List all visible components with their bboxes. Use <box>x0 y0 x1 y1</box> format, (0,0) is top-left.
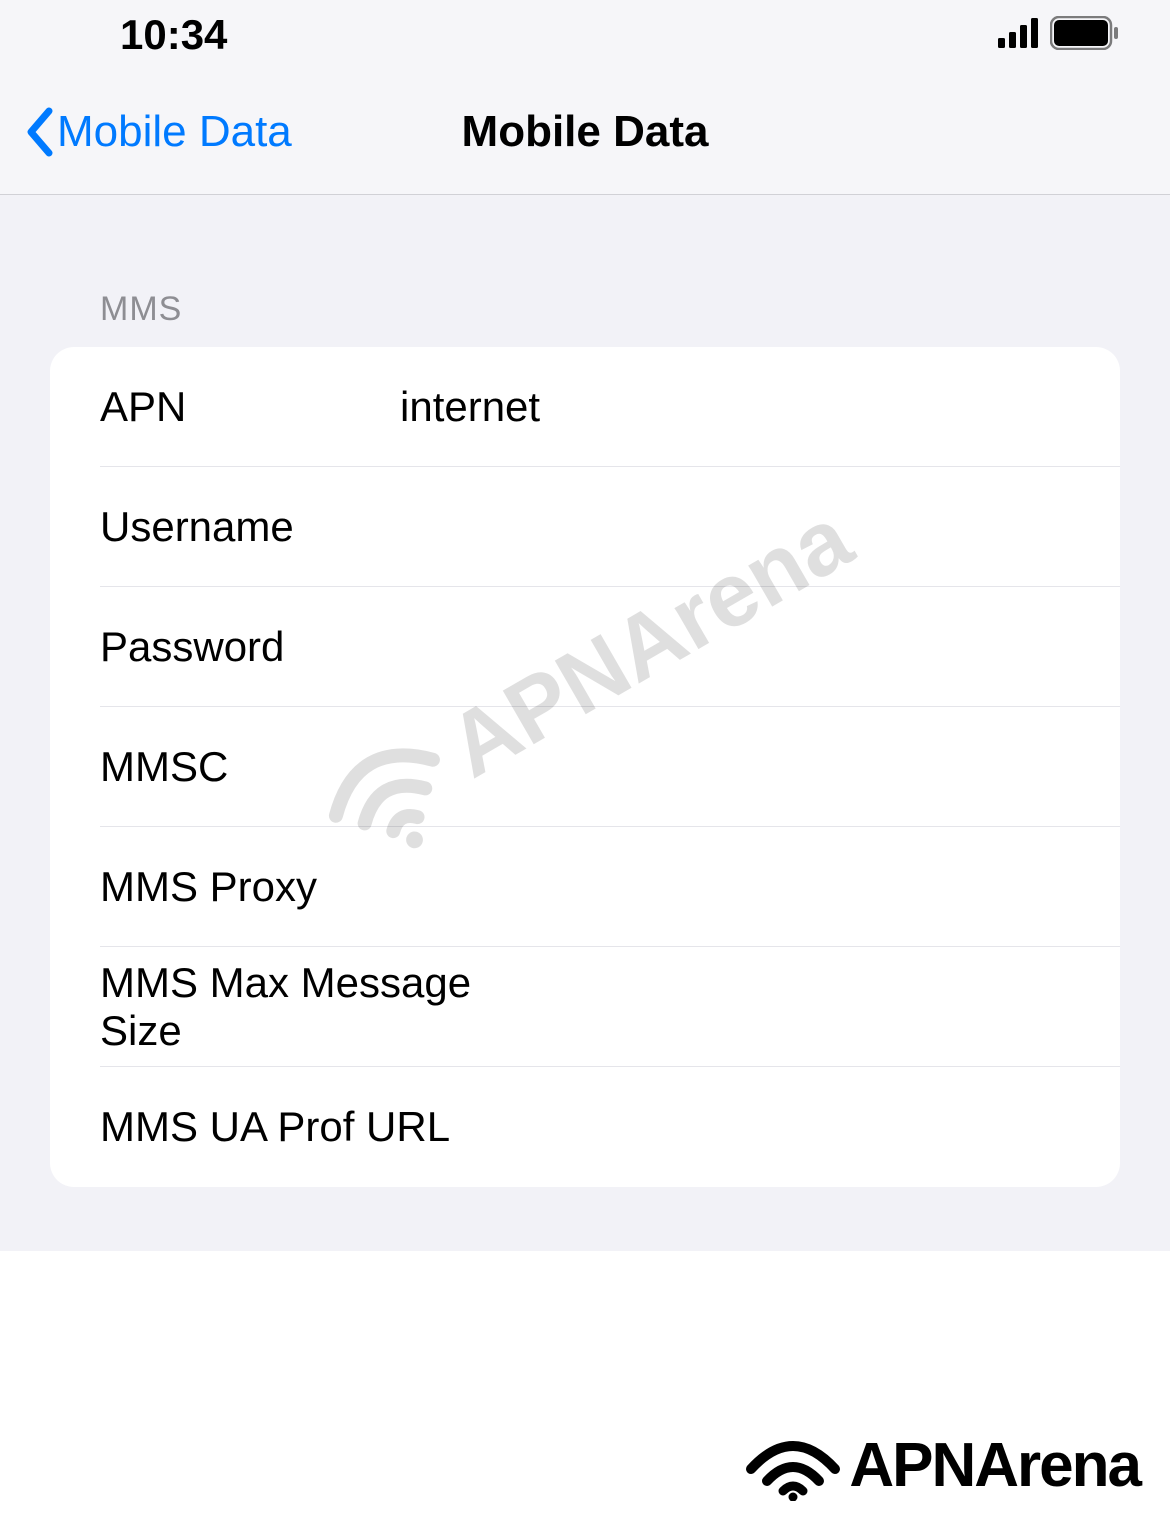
row-label-mms-max-size: MMS Max Message Size <box>100 959 529 1055</box>
row-label-username: Username <box>100 503 400 551</box>
settings-group-mms: APN Username Password MMSC MMS Proxy MMS… <box>50 347 1120 1187</box>
status-bar: 10:34 <box>0 0 1170 70</box>
row-label-mms-proxy: MMS Proxy <box>100 863 400 911</box>
row-label-mms-ua-prof: MMS UA Prof URL <box>100 1103 450 1151</box>
mmsc-field[interactable] <box>400 743 1070 791</box>
settings-row-password[interactable]: Password <box>50 587 1120 707</box>
settings-row-mmsc[interactable]: MMSC <box>50 707 1120 827</box>
content-area: MMS APN Username Password MMSC MMS Proxy… <box>0 290 1170 1187</box>
mms-ua-prof-field[interactable] <box>450 1103 1070 1151</box>
settings-row-mms-ua-prof[interactable]: MMS UA Prof URL <box>50 1067 1120 1187</box>
settings-row-username[interactable]: Username <box>50 467 1120 587</box>
row-label-mmsc: MMSC <box>100 743 400 791</box>
watermark-bottom-text: APNArena <box>849 1430 1140 1501</box>
row-label-password: Password <box>100 623 400 671</box>
settings-row-mms-max-size[interactable]: MMS Max Message Size <box>50 947 1120 1067</box>
watermark-bottom: APNArena <box>743 1430 1140 1501</box>
row-label-apn: APN <box>100 383 400 431</box>
battery-icon <box>1050 16 1120 55</box>
apn-field[interactable] <box>400 383 1070 431</box>
settings-row-apn[interactable]: APN <box>50 347 1120 467</box>
status-indicators <box>998 16 1120 55</box>
mms-max-size-field[interactable] <box>529 983 1070 1031</box>
navigation-bar: Mobile Data Mobile Data <box>0 70 1170 195</box>
section-header-mms: MMS <box>100 290 1120 329</box>
back-label: Mobile Data <box>57 107 292 157</box>
chevron-left-icon <box>25 107 53 157</box>
username-field[interactable] <box>400 503 1070 551</box>
settings-row-mms-proxy[interactable]: MMS Proxy <box>50 827 1120 947</box>
cellular-signal-icon <box>998 18 1040 53</box>
status-time: 10:34 <box>120 11 227 59</box>
page-title: Mobile Data <box>462 107 709 157</box>
wifi-icon <box>743 1431 843 1501</box>
password-field[interactable] <box>400 623 1070 671</box>
back-button[interactable]: Mobile Data <box>25 107 292 157</box>
mms-proxy-field[interactable] <box>400 863 1070 911</box>
